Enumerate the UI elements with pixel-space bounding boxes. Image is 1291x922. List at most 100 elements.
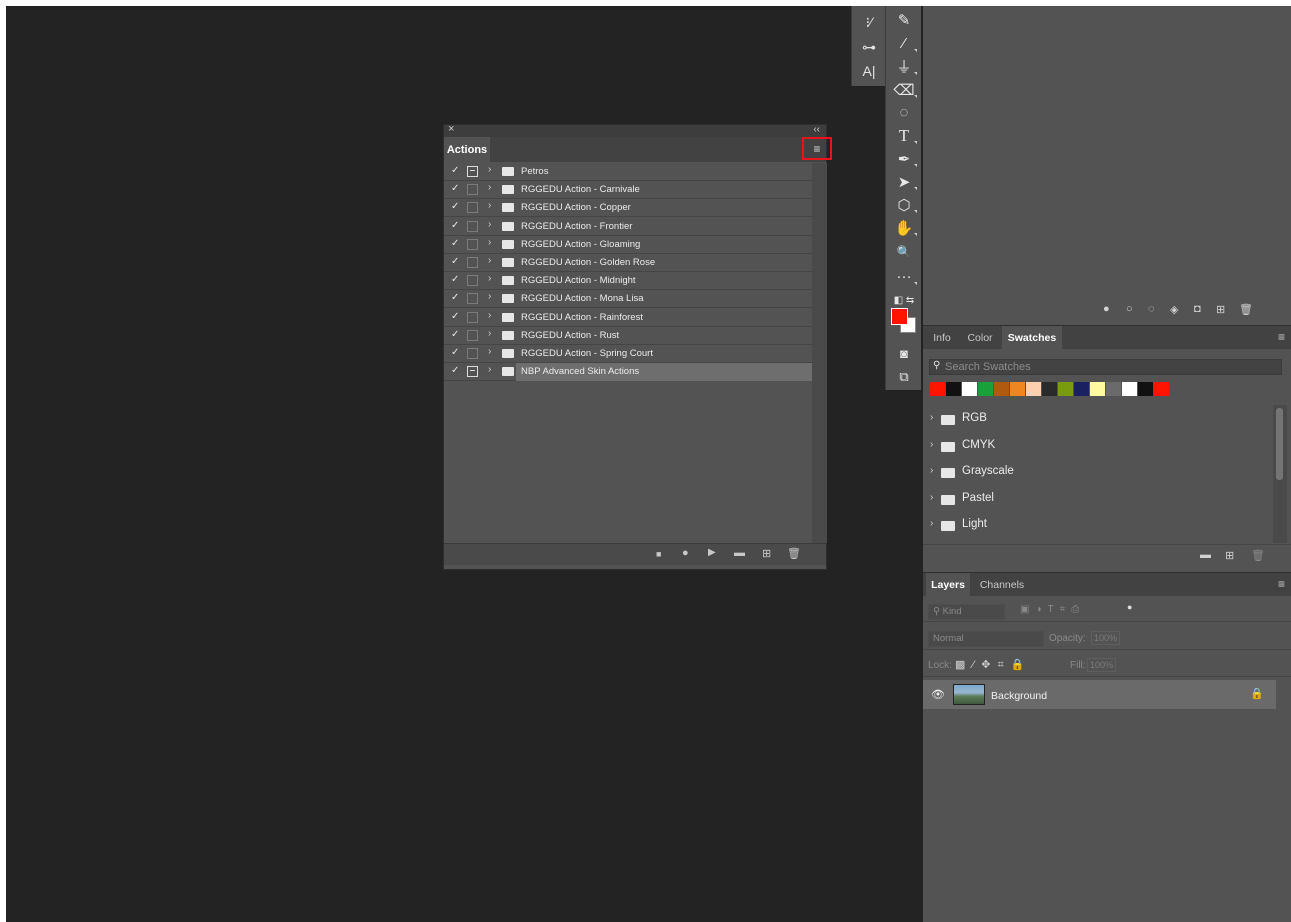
- checkmark-icon[interactable]: ✓: [451, 365, 463, 376]
- record-icon[interactable]: ●: [682, 547, 689, 559]
- checkmark-icon[interactable]: ✓: [451, 329, 463, 340]
- recent-swatch[interactable]: [1042, 382, 1057, 396]
- chevron-right-icon[interactable]: ›: [488, 328, 491, 339]
- action-set-row[interactable]: ✓ › RGGEDU Action - Rust: [444, 327, 812, 345]
- zoom-icon[interactable]: 🔍: [886, 240, 922, 263]
- actions-panel-menu-button[interactable]: ≡: [802, 137, 832, 160]
- collapse-icon[interactable]: ‹‹: [813, 124, 820, 135]
- foreground-color-swatch[interactable]: [891, 308, 908, 325]
- character-icon[interactable]: A|: [852, 58, 886, 84]
- checkmark-icon[interactable]: ✓: [451, 201, 463, 212]
- dot-empty-icon[interactable]: ○: [1126, 303, 1133, 315]
- screen-mode-icon[interactable]: ⧉: [886, 365, 922, 388]
- add-icon[interactable]: ⊞: [1216, 303, 1225, 316]
- recent-swatch[interactable]: [978, 382, 993, 396]
- action-set-row[interactable]: ✓ › RGGEDU Action - Gloaming: [444, 236, 812, 254]
- chevron-right-icon[interactable]: ›: [930, 439, 933, 450]
- action-set-row[interactable]: ✓ › RGGEDU Action - Golden Rose: [444, 254, 812, 272]
- recent-swatch[interactable]: [1138, 382, 1153, 396]
- action-set-row[interactable]: ✓ › NBP Advanced Skin Actions: [444, 363, 812, 382]
- dialog-toggle-icon[interactable]: [467, 238, 478, 250]
- dialog-toggle-icon[interactable]: [467, 348, 478, 359]
- menu-icon[interactable]: ≡: [1278, 577, 1285, 591]
- shape-icon[interactable]: ⬡: [886, 193, 922, 216]
- chevron-right-icon[interactable]: ›: [488, 200, 491, 211]
- eraser-icon[interactable]: ⌫: [886, 78, 922, 101]
- chevron-right-icon[interactable]: ›: [488, 237, 491, 248]
- action-set-row[interactable]: ✓ › RGGEDU Action - Frontier: [444, 218, 812, 236]
- color-picker-swatches[interactable]: [891, 308, 919, 336]
- recent-swatch[interactable]: [962, 382, 977, 396]
- recent-swatch[interactable]: [1074, 382, 1089, 396]
- menu-icon[interactable]: ≡: [1278, 330, 1285, 344]
- tab-color[interactable]: Color: [960, 326, 1000, 350]
- trash-icon[interactable]: 🗑: [1239, 303, 1253, 316]
- kind-filter-select[interactable]: ⚲ Kind: [928, 604, 1005, 620]
- recent-swatch[interactable]: [930, 382, 945, 396]
- fill-value[interactable]: 100%: [1087, 658, 1117, 672]
- checkmark-icon[interactable]: ✓: [451, 165, 463, 176]
- recent-swatch[interactable]: [1106, 382, 1121, 396]
- dialog-toggle-icon[interactable]: [467, 202, 478, 214]
- tab-channels[interactable]: Channels: [972, 573, 1032, 597]
- filter-type-icons[interactable]: ▣◑T⌗⎙: [1020, 604, 1085, 615]
- dialog-toggle-icon[interactable]: [467, 293, 478, 305]
- quick-mask-icon[interactable]: ◙: [886, 342, 922, 365]
- checkmark-icon[interactable]: ✓: [451, 238, 463, 249]
- hand-icon[interactable]: ✋: [886, 216, 922, 239]
- action-set-row[interactable]: ✓ › RGGEDU Action - Spring Court: [444, 345, 812, 363]
- action-set-row[interactable]: ✓ › Petros: [444, 163, 812, 181]
- opacity-value[interactable]: 100%: [1091, 631, 1121, 645]
- recent-swatch[interactable]: [1154, 382, 1169, 396]
- recent-swatch[interactable]: [1090, 382, 1105, 396]
- checkmark-icon[interactable]: ✓: [451, 220, 463, 231]
- close-icon[interactable]: ×: [448, 123, 454, 135]
- lock-icon[interactable]: 🔒: [1250, 687, 1264, 700]
- recent-swatch[interactable]: [1026, 382, 1041, 396]
- chevron-right-icon[interactable]: ›: [488, 219, 491, 230]
- chevron-right-icon[interactable]: ›: [930, 412, 933, 423]
- diamond-icon[interactable]: ◈: [1170, 303, 1178, 316]
- tab-layers[interactable]: Layers: [926, 573, 970, 597]
- selection-arrow-icon[interactable]: ➤: [886, 170, 922, 193]
- recent-swatch[interactable]: [1058, 382, 1073, 396]
- play-icon[interactable]: ▶: [708, 547, 716, 558]
- chevron-right-icon[interactable]: ›: [930, 492, 933, 503]
- chevron-right-icon[interactable]: ›: [488, 273, 491, 284]
- recent-swatch[interactable]: [994, 382, 1009, 396]
- trash-icon[interactable]: 🗑: [787, 547, 801, 560]
- checkmark-icon[interactable]: ✓: [451, 183, 463, 194]
- dialog-toggle-icon[interactable]: [467, 257, 478, 268]
- checkmark-icon[interactable]: ✓: [451, 256, 463, 267]
- lock-option-icons[interactable]: ▩⁄✥⌗🔒: [955, 658, 1031, 672]
- chevron-right-icon[interactable]: ›: [488, 255, 491, 266]
- panel-title-strip[interactable]: × ‹‹: [444, 123, 826, 137]
- stamp-icon[interactable]: ⏚: [886, 55, 922, 78]
- type-icon[interactable]: T: [886, 124, 922, 147]
- chevron-right-icon[interactable]: ›: [488, 346, 491, 357]
- action-set-row[interactable]: ✓ › RGGEDU Action - Rainforest: [444, 309, 812, 327]
- action-set-row[interactable]: ✓ › RGGEDU Action - Carnivale: [444, 181, 812, 200]
- selection-dotted-icon[interactable]: ◌: [1148, 303, 1155, 315]
- dialog-toggle-icon[interactable]: [467, 184, 478, 196]
- actions-scrollbar[interactable]: [812, 163, 827, 543]
- more-tools-icon[interactable]: ···: [886, 265, 922, 288]
- chevron-right-icon[interactable]: ›: [488, 182, 491, 193]
- checkmark-icon[interactable]: ✓: [451, 274, 463, 285]
- checkmark-icon[interactable]: ✓: [451, 347, 463, 358]
- new-action-icon[interactable]: ⊞: [762, 547, 771, 560]
- dialog-toggle-icon[interactable]: [467, 275, 478, 287]
- new-set-icon[interactable]: ▬: [734, 547, 745, 559]
- chevron-right-icon[interactable]: ›: [488, 164, 491, 175]
- dialog-toggle-icon[interactable]: [467, 220, 478, 232]
- recent-swatch[interactable]: [1010, 382, 1025, 396]
- brush-settings-icon[interactable]: ⁝⁄: [852, 9, 886, 35]
- stop-icon[interactable]: ■: [656, 549, 661, 559]
- filter-toggle-icon[interactable]: ●: [1127, 602, 1132, 612]
- dialog-toggle-icon[interactable]: [467, 366, 478, 378]
- checkmark-icon[interactable]: ✓: [451, 311, 463, 322]
- adjustments-icon[interactable]: ⊶: [852, 34, 886, 60]
- dialog-toggle-icon[interactable]: [467, 166, 478, 177]
- chevron-right-icon[interactable]: ›: [488, 291, 491, 302]
- tab-info[interactable]: Info: [926, 326, 958, 350]
